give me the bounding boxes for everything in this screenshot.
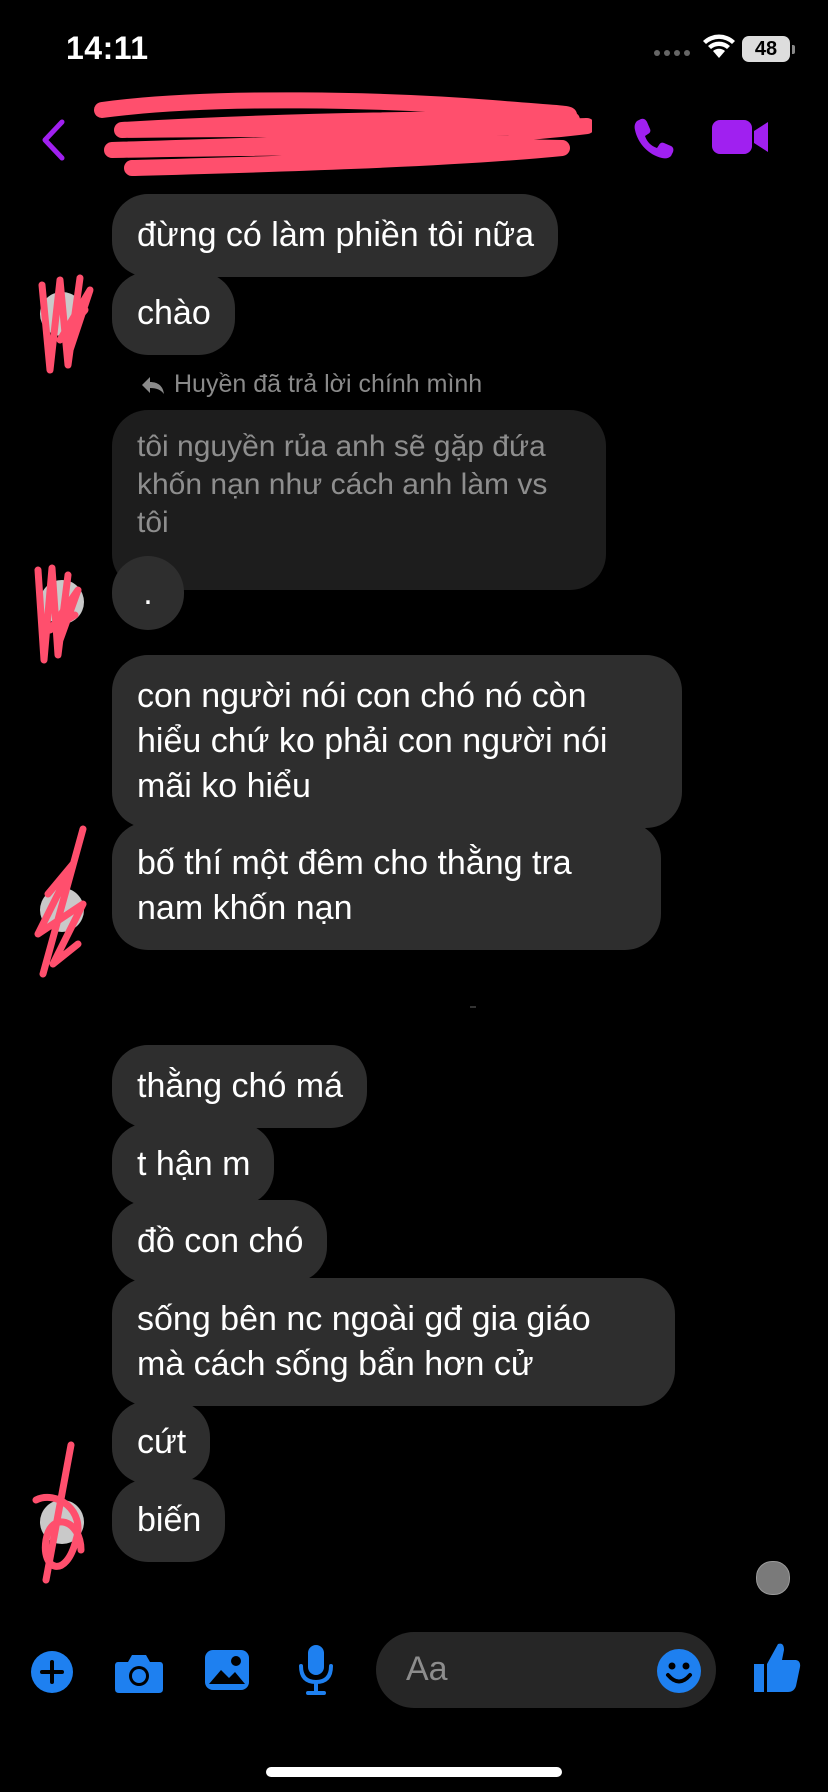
message-input-placeholder: Aa: [406, 1650, 448, 1688]
home-indicator: [266, 1767, 562, 1777]
redaction-scribble: [34, 825, 87, 978]
redaction-scribble: [94, 92, 592, 176]
reply-label: Huyền đã trả lời chính mình: [140, 370, 482, 399]
redaction-scribble: [32, 1441, 85, 1584]
message-bubble[interactable]: sống bên nc ngoài gđ gia giáo mà cách số…: [112, 1278, 675, 1406]
camera-icon[interactable]: [114, 1652, 164, 1694]
message-bubble[interactable]: con người nói con chó nó còn hiểu chứ ko…: [112, 655, 682, 828]
status-time: 14:11: [66, 30, 149, 66]
redaction-scribble: [34, 564, 82, 664]
reply-arrow-icon: [142, 376, 164, 394]
divider: [470, 1006, 476, 1008]
message-bubble[interactable]: .: [112, 556, 184, 630]
phone-call-icon[interactable]: [632, 116, 676, 160]
quoted-message[interactable]: tôi nguyền rủa anh sẽ gặp đứa khốn nạn n…: [112, 410, 606, 590]
emoji-icon[interactable]: [656, 1648, 702, 1694]
message-bubble[interactable]: t hận m: [112, 1123, 275, 1206]
microphone-icon[interactable]: [298, 1644, 334, 1696]
battery-indicator: 48: [742, 36, 795, 62]
seen-indicator-avatar: [756, 1561, 790, 1595]
message-bubble[interactable]: đồ con chó: [112, 1200, 328, 1283]
wifi-icon: [703, 34, 735, 58]
message-bubble[interactable]: đừng có làm phiền tôi nữa: [112, 194, 559, 277]
back-chevron-icon[interactable]: [40, 118, 66, 162]
message-bubble[interactable]: cứt: [112, 1401, 211, 1484]
message-bubble[interactable]: chào: [112, 272, 235, 355]
redaction-scribble: [38, 274, 94, 374]
add-plus-icon[interactable]: [30, 1650, 74, 1694]
photo-gallery-icon[interactable]: [204, 1648, 250, 1692]
reply-label-text: Huyền đã trả lời chính mình: [174, 370, 483, 398]
thumbs-up-like-icon[interactable]: [752, 1640, 802, 1694]
video-call-icon[interactable]: [712, 118, 770, 156]
message-bubble[interactable]: thằng chó má: [112, 1045, 368, 1128]
message-bubble[interactable]: biến: [112, 1479, 226, 1562]
cellular-signal-icon: [654, 50, 690, 56]
message-bubble[interactable]: bố thí một đêm cho thằng tra nam khốn nạ…: [112, 822, 661, 950]
